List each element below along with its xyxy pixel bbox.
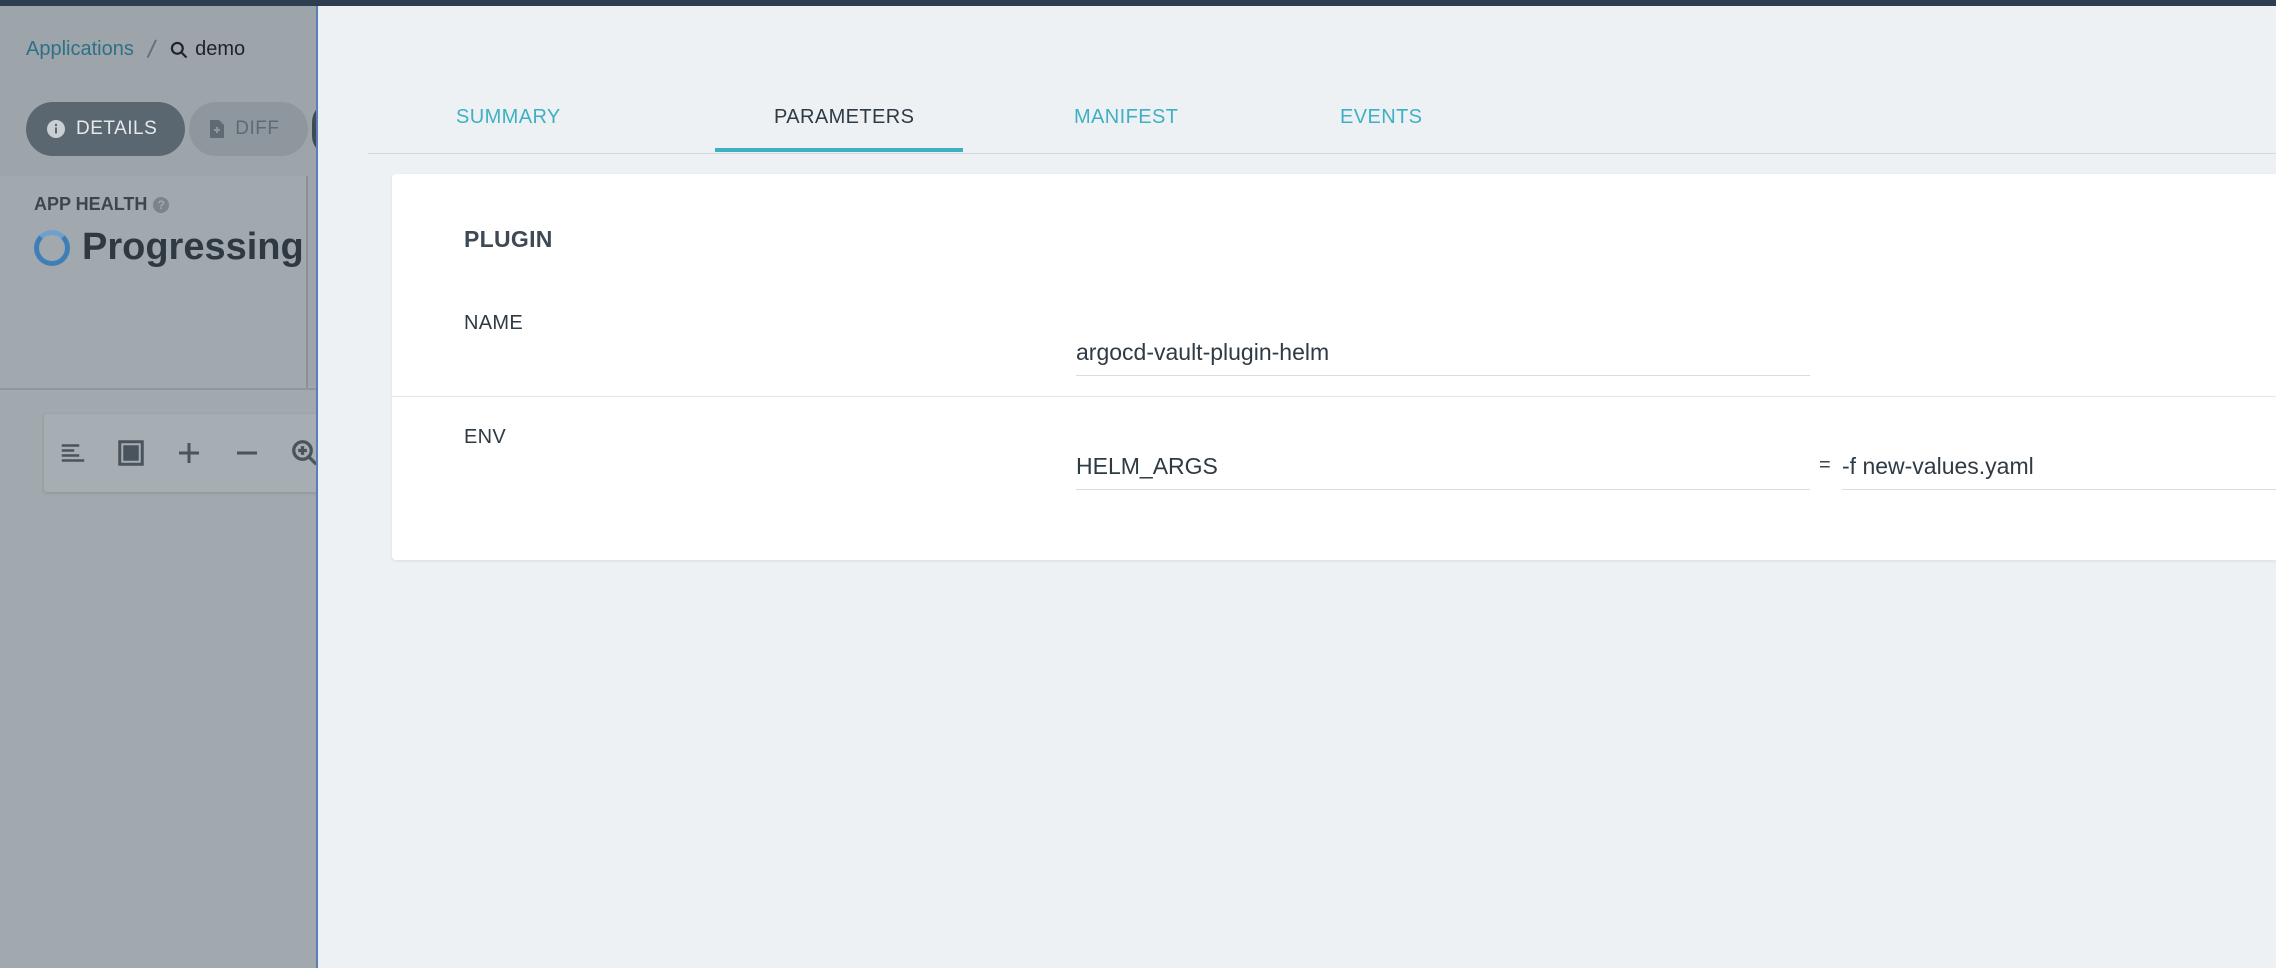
file-diff-icon (210, 120, 225, 138)
diff-button[interactable]: DIFF (189, 102, 308, 156)
health-divider (306, 176, 308, 388)
plugin-env-label: ENV (464, 426, 507, 448)
progressing-spinner-icon (34, 229, 70, 266)
breadcrumb: Applications / demo (26, 34, 245, 65)
tab-manifest[interactable]: MANIFEST (1074, 106, 1178, 129)
diff-button-label: DIFF (235, 118, 280, 139)
zoom-out-minus-icon[interactable] (230, 436, 264, 470)
env-key-field[interactable]: HELM_ARGS (1076, 434, 1810, 490)
details-button-label: DETAILS (76, 118, 158, 139)
help-icon[interactable]: ? (153, 196, 170, 213)
tab-events[interactable]: EVENTS (1340, 106, 1422, 129)
background-app: Applications / demo DETAILS DIFF APP HEA… (0, 6, 318, 968)
breadcrumb-app-name: demo (195, 38, 246, 60)
app-health-status: Progressing (34, 226, 304, 269)
fit-to-screen-icon[interactable] (114, 436, 148, 470)
row-separator (392, 396, 2276, 397)
graph-toolbar (44, 414, 318, 492)
zoom-in-plus-icon[interactable] (172, 436, 206, 470)
app-health-panel: APP HEALTH ? Progressing (0, 176, 306, 388)
breadcrumb-current[interactable]: demo (169, 38, 245, 61)
active-tab-indicator (715, 148, 963, 152)
env-equals-sign: = (1819, 454, 1831, 476)
panel-tabs: SUMMARY PARAMETERS MANIFEST EVENTS (368, 78, 2276, 154)
list-view-icon[interactable] (56, 436, 90, 470)
app-health-label: APP HEALTH (34, 194, 148, 214)
app-health-title: APP HEALTH ? (34, 194, 170, 215)
tab-parameters[interactable]: PARAMETERS (774, 106, 914, 129)
plugin-parameters-card: PLUGIN NAME argocd-vault-plugin-helm ENV… (392, 174, 2276, 560)
breadcrumb-separator: / (145, 33, 158, 65)
app-details-panel: SUMMARY PARAMETERS MANIFEST EVENTS PLUGI… (316, 6, 2276, 968)
details-button[interactable]: DETAILS (26, 102, 186, 156)
plugin-name-label: NAME (464, 312, 523, 334)
search-icon (170, 41, 188, 58)
zoom-magnifier-icon[interactable] (288, 436, 318, 470)
header-bottom-divider (0, 388, 318, 390)
tab-summary[interactable]: SUMMARY (456, 106, 561, 129)
app-health-status-text: Progressing (82, 226, 304, 268)
breadcrumb-applications-link[interactable]: Applications (26, 38, 134, 61)
info-icon (47, 120, 65, 138)
app-action-buttons: DETAILS DIFF (26, 102, 318, 156)
plugin-name-field[interactable]: argocd-vault-plugin-helm (1076, 320, 1810, 376)
plugin-section-title: PLUGIN (464, 226, 553, 252)
env-value-field[interactable]: -f new-values.yaml (1842, 434, 2276, 490)
